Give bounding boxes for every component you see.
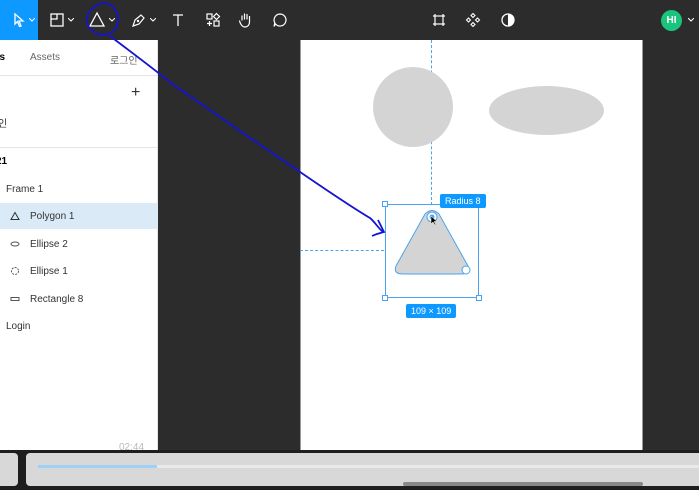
polygon-icon — [8, 209, 22, 223]
canvas-background — [158, 40, 300, 450]
chevron-down-icon[interactable] — [67, 0, 75, 40]
divider — [0, 147, 158, 148]
size-badge: 109 × 109 — [406, 304, 457, 318]
figma-window: HI ers Assets 로그인 + 인 21 Frame 1 Polygon… — [0, 0, 699, 490]
tab-assets[interactable]: Assets — [30, 52, 60, 63]
layer-login[interactable]: Login — [0, 313, 158, 339]
layer-ellipse-1[interactable]: Ellipse 1 — [0, 258, 158, 284]
text-icon — [173, 14, 183, 26]
frame-selection-icon — [433, 14, 445, 26]
chevron-down-icon[interactable] — [687, 0, 695, 40]
toolbar: HI — [0, 0, 699, 40]
polygon-1-shape[interactable] — [385, 204, 479, 298]
ellipse-outline-icon — [8, 264, 22, 278]
layer-label: Ellipse 1 — [30, 265, 68, 277]
pen-icon — [132, 14, 145, 27]
text-tool-button[interactable] — [166, 0, 190, 40]
divider — [0, 75, 158, 76]
add-page-icon[interactable]: + — [131, 84, 140, 102]
triangle-icon — [88, 11, 106, 27]
contrast-icon — [501, 13, 515, 27]
horizontal-scrollbar[interactable] — [403, 482, 643, 486]
rectangle-icon — [8, 292, 22, 306]
comment-tool-button[interactable] — [268, 0, 292, 40]
layer-rectangle-8[interactable]: Rectangle 8 — [0, 286, 158, 312]
layer-label: Rectangle 8 — [30, 293, 84, 305]
frame-selection-button[interactable] — [428, 0, 450, 40]
shape-tool-button[interactable] — [84, 0, 110, 40]
canvas-background — [643, 40, 699, 450]
page-item[interactable]: 인 — [0, 115, 7, 130]
radius-badge: Radius 8 — [440, 194, 486, 208]
chevron-down-icon[interactable] — [108, 0, 116, 40]
resources-icon — [206, 12, 221, 27]
layer-polygon-1[interactable]: Polygon 1 — [0, 203, 158, 229]
tab-layers[interactable]: ers — [0, 52, 5, 63]
resources-tool-button[interactable] — [201, 0, 225, 40]
pen-tool-button[interactable] — [126, 0, 150, 40]
ellipse-icon — [8, 237, 22, 251]
move-icon — [14, 12, 25, 28]
comment-icon — [273, 13, 287, 27]
layers-panel: ers Assets 로그인 + 인 21 Frame 1 Polygon 1 … — [0, 40, 158, 450]
tab-pages[interactable]: 로그인 — [110, 52, 138, 67]
chevron-down-icon[interactable] — [149, 0, 157, 40]
progress-fill — [38, 465, 157, 468]
frame-icon — [50, 13, 64, 27]
hand-icon — [238, 13, 251, 28]
component-button[interactable] — [462, 0, 484, 40]
ellipse-1-shape[interactable] — [373, 67, 453, 147]
layer-label: Ellipse 2 — [30, 238, 68, 250]
layer-ellipse-2[interactable]: Ellipse 2 — [0, 231, 158, 257]
alignment-guide — [300, 250, 384, 251]
layer-label: Frame 1 — [6, 183, 44, 195]
avatar[interactable]: HI — [661, 10, 682, 31]
layer-frame-1[interactable]: Frame 1 — [0, 176, 158, 202]
chevron-down-icon[interactable] — [28, 0, 36, 40]
component-icon — [465, 12, 481, 28]
layer-label: Polygon 1 — [30, 210, 75, 222]
hand-tool-button[interactable] — [234, 0, 258, 40]
section-label: 21 — [0, 156, 8, 167]
contrast-button[interactable] — [497, 0, 519, 40]
ellipse-2-shape[interactable] — [489, 86, 604, 135]
timestamp: 02:44 — [119, 442, 145, 453]
play-button[interactable] — [0, 453, 18, 486]
layer-label: Login — [6, 320, 31, 332]
